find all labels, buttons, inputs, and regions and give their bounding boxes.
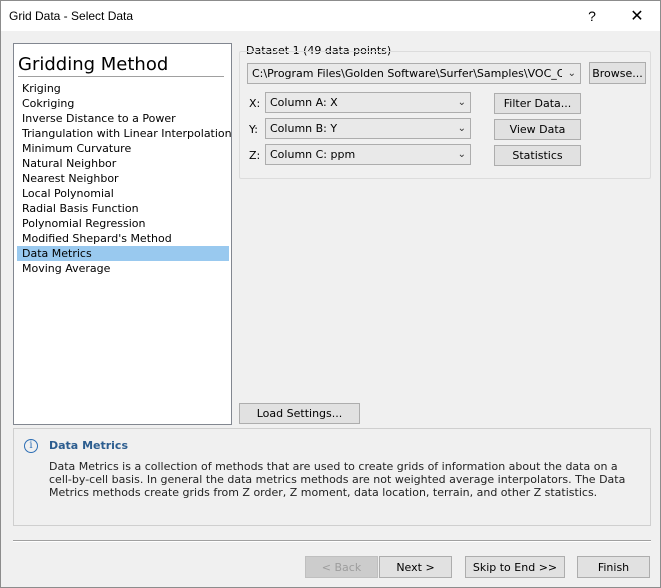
chevron-down-icon: ⌄ bbox=[567, 68, 576, 79]
method-item[interactable]: Radial Basis Function bbox=[17, 201, 229, 216]
gridding-method-list: Kriging Cokriging Inverse Distance to a Po… bbox=[17, 81, 232, 276]
chevron-down-icon: ⌄ bbox=[457, 149, 466, 160]
footer-divider-highlight bbox=[13, 541, 651, 542]
z-column-value: Column C: ppm bbox=[270, 148, 356, 161]
method-item[interactable]: Local Polynomial bbox=[17, 186, 229, 201]
method-item[interactable]: Triangulation with Linear Interpolation bbox=[17, 126, 232, 141]
info-description: Data Metrics is a collection of methods … bbox=[49, 460, 626, 499]
z-column-combo[interactable]: Column C: ppm ⌄ bbox=[265, 144, 471, 165]
method-item[interactable]: Modified Shepard's Method bbox=[17, 231, 229, 246]
skip-to-end-button[interactable]: Skip to End >> bbox=[465, 556, 565, 578]
finish-button[interactable]: Finish bbox=[577, 556, 650, 578]
window-title: Grid Data - Select Data bbox=[9, 9, 134, 23]
close-button[interactable]: ✕ bbox=[614, 1, 660, 31]
info-panel: i Data Metrics Data Metrics is a collect… bbox=[13, 428, 651, 526]
dialog-window: Grid Data - Select Data ? ✕ Gridding Met… bbox=[0, 0, 661, 588]
method-item[interactable]: Data Metrics bbox=[17, 246, 229, 261]
method-item[interactable]: Natural Neighbor bbox=[17, 156, 229, 171]
y-column-value: Column B: Y bbox=[270, 122, 338, 135]
load-settings-button[interactable]: Load Settings... bbox=[239, 403, 360, 424]
gridding-method-title: Gridding Method bbox=[18, 54, 169, 75]
x-column-value: Column A: X bbox=[270, 96, 338, 109]
browse-button[interactable]: Browse... bbox=[589, 62, 646, 84]
method-item[interactable]: Inverse Distance to a Power bbox=[17, 111, 229, 126]
gridding-method-panel: Gridding Method Kriging Cokriging Inverse … bbox=[13, 43, 232, 425]
method-item[interactable]: Cokriging bbox=[17, 96, 229, 111]
method-item[interactable]: Moving Average bbox=[17, 261, 229, 276]
help-button[interactable]: ? bbox=[569, 1, 615, 31]
chevron-down-icon: ⌄ bbox=[457, 97, 466, 108]
back-button[interactable]: < Back bbox=[305, 556, 378, 578]
method-item[interactable]: Nearest Neighbor bbox=[17, 171, 229, 186]
info-title: Data Metrics bbox=[49, 439, 128, 452]
method-item[interactable]: Minimum Curvature bbox=[17, 141, 229, 156]
title-bar: Grid Data - Select Data ? ✕ bbox=[1, 1, 660, 31]
chevron-down-icon: ⌄ bbox=[457, 123, 466, 134]
x-axis-label: X: bbox=[249, 97, 261, 110]
z-axis-label: Z: bbox=[249, 149, 261, 162]
method-item[interactable]: Polynomial Regression bbox=[17, 216, 229, 231]
statistics-button[interactable]: Statistics bbox=[494, 145, 581, 166]
filter-data-button[interactable]: Filter Data... bbox=[494, 93, 581, 114]
method-item[interactable]: Kriging bbox=[17, 81, 229, 96]
dataset-path-combo[interactable]: C:\Program Files\Golden Software\Surfer\… bbox=[247, 63, 581, 84]
dataset-path-value: C:\Program Files\Golden Software\Surfer\… bbox=[252, 67, 562, 80]
y-axis-label: Y: bbox=[249, 123, 258, 136]
gridding-method-divider bbox=[18, 76, 224, 77]
x-column-combo[interactable]: Column A: X ⌄ bbox=[265, 92, 471, 113]
info-icon: i bbox=[24, 439, 38, 453]
next-button[interactable]: Next > bbox=[379, 556, 452, 578]
view-data-button[interactable]: View Data bbox=[494, 119, 581, 140]
y-column-combo[interactable]: Column B: Y ⌄ bbox=[265, 118, 471, 139]
